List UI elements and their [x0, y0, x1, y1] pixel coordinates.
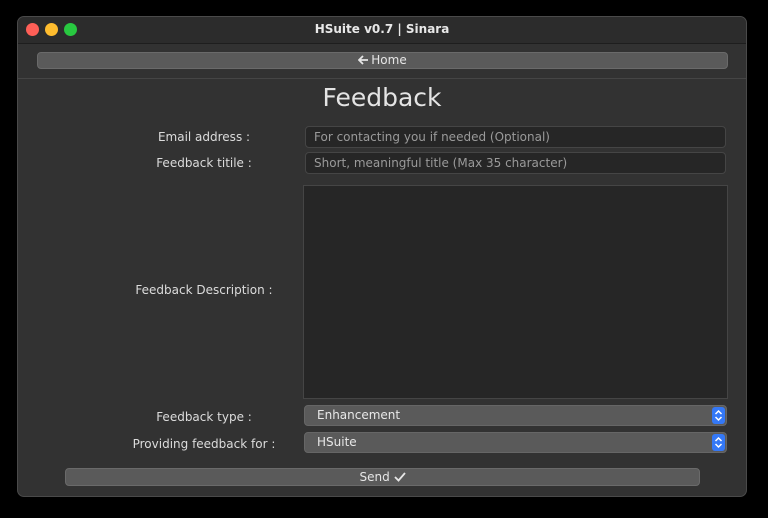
feedback-description-textarea[interactable]	[303, 185, 728, 399]
feedback-type-select[interactable]: Enhancement	[304, 405, 727, 426]
feedback-title-label: Feedback titile :	[156, 156, 252, 170]
arrow-left-icon	[358, 55, 369, 65]
chevron-up-down-icon	[712, 434, 725, 451]
send-button-label: Send	[359, 470, 390, 484]
send-button[interactable]: Send	[65, 468, 700, 486]
page-title: Feedback	[322, 83, 442, 112]
feedback-description-label: Feedback Description :	[135, 283, 273, 297]
feedback-type-value: Enhancement	[317, 408, 401, 422]
email-label: Email address :	[157, 130, 251, 144]
checkmark-icon	[393, 472, 406, 482]
home-button[interactable]: Home	[37, 52, 728, 69]
chevron-up-down-icon	[712, 407, 725, 424]
feedback-target-value: HSuite	[317, 435, 357, 449]
app-window: HSuite v0.7 | Sinara Home Feedback Email…	[17, 16, 747, 497]
window-title: HSuite v0.7 | Sinara	[314, 22, 450, 36]
title-bar: HSuite v0.7 | Sinara	[18, 17, 746, 44]
feedback-target-select[interactable]: HSuite	[304, 432, 727, 453]
email-field[interactable]	[305, 126, 726, 148]
toolbar: Home	[18, 43, 746, 79]
feedback-target-label: Providing feedback for :	[132, 437, 276, 451]
feedback-type-label: Feedback type :	[156, 410, 252, 424]
feedback-title-field[interactable]	[305, 152, 726, 174]
home-button-label: Home	[371, 53, 407, 67]
